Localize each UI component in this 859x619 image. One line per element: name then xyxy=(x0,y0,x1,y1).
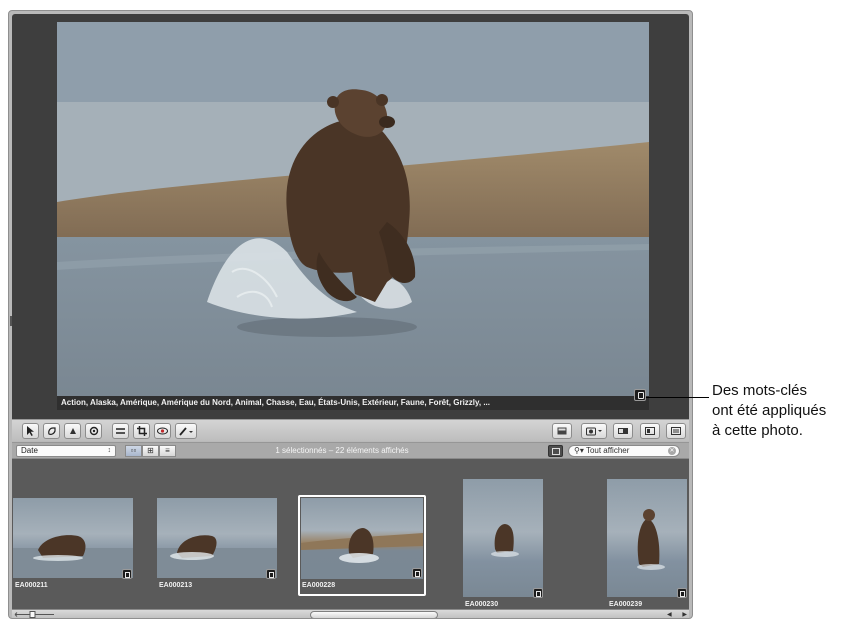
scroll-thumb[interactable] xyxy=(310,611,438,618)
split-view-button[interactable] xyxy=(640,423,660,439)
red-eye-tool-button[interactable] xyxy=(154,423,171,439)
lift-hand-icon xyxy=(47,427,56,435)
keyword-badge-icon xyxy=(677,588,687,598)
bear-thumbnail-image xyxy=(13,535,133,578)
list-view-button[interactable]: ≡ xyxy=(159,445,176,457)
callout-line-1: Des mots-clés xyxy=(712,382,808,399)
list-icon: ≡ xyxy=(165,446,170,455)
straighten-icon xyxy=(116,428,125,434)
crop-tool-button[interactable] xyxy=(133,423,150,439)
scroll-right-icon[interactable]: ▶ xyxy=(682,611,687,618)
viewer-mode-icon xyxy=(557,427,567,435)
aperture-window: Action, Alaska, Amérique, Amérique du No… xyxy=(8,10,693,619)
main-photo[interactable] xyxy=(57,22,649,396)
stamp-tool-button[interactable] xyxy=(64,423,81,439)
browser-only-icon xyxy=(671,427,681,435)
photo-viewer: Action, Alaska, Amérique, Amérique du No… xyxy=(12,14,689,419)
filmstrip-view-button[interactable]: ▫▫ xyxy=(125,445,142,457)
search-input[interactable]: ⚲▾ Tout afficher ✕ xyxy=(568,445,680,457)
sort-value: Date xyxy=(21,446,38,455)
search-scope-icon[interactable] xyxy=(548,445,563,457)
brush-tool-button[interactable] xyxy=(175,423,197,439)
thumbnail-image xyxy=(463,479,543,597)
keyword-badge-icon xyxy=(266,569,276,579)
updown-arrows-icon: ↕ xyxy=(107,447,112,454)
thumbnail-name: EA000239 xyxy=(609,601,643,608)
arrow-cursor-icon xyxy=(27,426,34,436)
keyword-badge-icon xyxy=(412,568,422,578)
filmstrip-icon: ▫▫ xyxy=(130,446,137,455)
loupe-icon xyxy=(586,427,602,435)
keyword-badge-icon xyxy=(634,389,646,401)
scroll-arrows[interactable]: ◀ ▶ xyxy=(667,610,687,618)
clear-search-icon[interactable]: ✕ xyxy=(668,447,676,455)
zoom-slider[interactable] xyxy=(14,611,56,618)
thumbnail-name: EA000228 xyxy=(302,582,336,589)
tool-strip xyxy=(12,419,689,441)
keyword-overlay: Action, Alaska, Amérique, Amérique du No… xyxy=(57,396,649,410)
keyword-badge-icon xyxy=(533,588,543,598)
callout-line-2: ont été appliqués xyxy=(712,402,827,419)
rotate-tool-button[interactable] xyxy=(85,423,102,439)
sort-select[interactable]: Date ↕ xyxy=(16,445,116,457)
callout-line-3: à cette photo. xyxy=(712,422,803,439)
magnifier-icon: ⚲▾ xyxy=(574,446,586,455)
browser-scrollbar: ◀ ▶ xyxy=(12,609,689,618)
lift-tool-button[interactable] xyxy=(43,423,60,439)
stamp-icon xyxy=(69,428,76,434)
rotate-icon xyxy=(89,426,98,436)
callout-text: Des mots-clés ont été appliqués à cette … xyxy=(712,381,859,441)
bear-thumbnail-image xyxy=(157,535,277,578)
eye-icon xyxy=(157,427,168,435)
crop-icon xyxy=(136,426,147,436)
bear-thumbnail-image xyxy=(491,524,519,557)
select-tool-button[interactable] xyxy=(22,423,39,439)
thumbnail-name: EA000211 xyxy=(15,582,48,589)
split-view-icon xyxy=(645,427,655,435)
keyword-badge-icon xyxy=(122,569,132,579)
photo-browser: EA000211 EA000213 EA000228 EA000230 EA00… xyxy=(12,459,689,609)
selection-status: 1 sélectionnés – 22 éléments affichés xyxy=(275,446,409,455)
loupe-button[interactable] xyxy=(581,423,607,439)
thumbnail-name: EA000230 xyxy=(465,601,499,608)
browser-only-button[interactable] xyxy=(666,423,686,439)
thumbnail-image xyxy=(13,498,133,578)
callout-leader-line xyxy=(646,397,709,398)
scroll-left-icon[interactable]: ◀ xyxy=(667,611,672,618)
thumbnail-image xyxy=(607,479,687,597)
bear-photo-image xyxy=(57,22,649,396)
grid-view-button[interactable]: ⊞ xyxy=(142,445,159,457)
bear-thumbnail-image xyxy=(637,509,665,570)
search-placeholder: Tout afficher xyxy=(585,446,630,455)
brush-icon xyxy=(179,427,193,436)
selection-frame xyxy=(298,495,426,596)
viewer-mode-button[interactable] xyxy=(552,423,572,439)
stack-button[interactable] xyxy=(613,423,633,439)
straighten-tool-button[interactable] xyxy=(112,423,129,439)
stack-icon xyxy=(618,428,628,434)
grid-icon: ⊞ xyxy=(147,446,154,455)
thumbnail-name: EA000213 xyxy=(159,582,193,589)
thumbnail-image xyxy=(157,498,277,578)
resize-handle[interactable] xyxy=(10,316,12,326)
filter-bar: Date ↕ ▫▫ ⊞ ≡ 1 sélectionnés – 22 élémen… xyxy=(12,442,689,459)
